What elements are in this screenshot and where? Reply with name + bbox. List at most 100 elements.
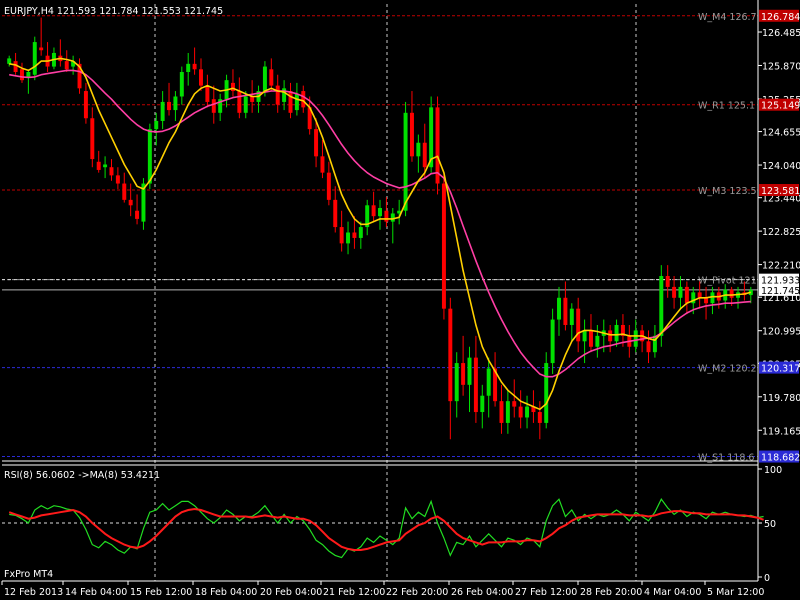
candle-body bbox=[563, 297, 568, 325]
candle-body bbox=[473, 357, 478, 413]
candle-body bbox=[704, 297, 709, 304]
candle-body bbox=[90, 118, 95, 160]
candle-body bbox=[122, 183, 127, 200]
symbol-header: EURJPY,H4 121.593 121.784 121.553 121.74… bbox=[4, 6, 223, 17]
candle-body bbox=[390, 213, 395, 222]
time-tick-label: 4 Mar 04:00 bbox=[644, 587, 701, 598]
candle-body bbox=[697, 292, 702, 298]
candle-body bbox=[250, 96, 255, 102]
candle-body bbox=[557, 297, 561, 320]
pivot-label-1: W_R1 125.1 bbox=[698, 101, 755, 112]
candle-body bbox=[13, 61, 18, 73]
pivot-label-2: W_M3 123.5 bbox=[698, 186, 757, 197]
candle-body bbox=[672, 286, 677, 298]
price-label-text: 121.745 bbox=[761, 286, 800, 297]
price-label-box: 125.149 bbox=[759, 98, 800, 112]
candle-body bbox=[633, 330, 638, 347]
candle-body bbox=[409, 112, 414, 157]
candle-body bbox=[211, 99, 216, 113]
price-tick-label: 124.040 bbox=[762, 161, 800, 172]
candle-body bbox=[358, 227, 363, 238]
candle-body bbox=[537, 412, 542, 423]
candle-body bbox=[275, 85, 280, 105]
candle-body bbox=[262, 66, 267, 92]
candle bbox=[441, 172, 446, 320]
candle-body bbox=[154, 120, 159, 130]
price-tick-label: 122.825 bbox=[762, 227, 800, 238]
candle-body bbox=[352, 232, 357, 238]
time-tick-label: 26 Feb 04:00 bbox=[451, 587, 513, 598]
price-label-text: 123.581 bbox=[761, 186, 800, 197]
rsi-tick-label: 0 bbox=[764, 573, 770, 584]
candle-body bbox=[160, 101, 165, 121]
candle-body bbox=[518, 406, 523, 418]
candle-body bbox=[576, 308, 581, 342]
candle-body bbox=[39, 47, 44, 51]
rsi-tick-label: 50 bbox=[764, 519, 776, 530]
candle-body bbox=[314, 129, 319, 157]
pivot-label-5: W_S1 118.6 bbox=[698, 453, 754, 464]
rsi-header: RSI(8) 56.0602 ->MA(8) 53.4211 bbox=[4, 470, 160, 481]
price-tick-label: 119.780 bbox=[762, 393, 800, 404]
price-label-text: 125.149 bbox=[761, 101, 800, 112]
candle-body bbox=[659, 276, 664, 336]
candle-body bbox=[378, 208, 382, 217]
candle-body bbox=[128, 199, 133, 206]
time-tick-label: 22 Feb 20:00 bbox=[386, 587, 448, 598]
candle-body bbox=[326, 172, 331, 200]
pivot-label-0: W_M4 126.7 bbox=[698, 12, 757, 23]
price-label-text: 126.784 bbox=[761, 12, 800, 23]
time-tick-label: 21 Feb 12:00 bbox=[323, 587, 385, 598]
candle-body bbox=[684, 286, 689, 304]
candle-body bbox=[147, 129, 152, 184]
price-tick-label: 119.165 bbox=[762, 426, 800, 437]
pivot-label-3: W_Pivot 121 bbox=[698, 276, 757, 287]
price-label-text: 118.682 bbox=[761, 453, 800, 464]
candle-body bbox=[230, 82, 235, 92]
candle bbox=[435, 96, 440, 195]
time-tick-label: 12 Feb 2013 bbox=[4, 587, 63, 598]
candle-body bbox=[403, 112, 408, 211]
candle-body bbox=[320, 156, 325, 173]
candle-body bbox=[20, 69, 24, 81]
candle bbox=[544, 352, 549, 429]
candle-body bbox=[96, 161, 101, 170]
candle-body bbox=[678, 286, 683, 298]
candle-body bbox=[550, 319, 555, 364]
time-tick-label: 18 Feb 04:00 bbox=[195, 587, 257, 598]
candle-body bbox=[505, 401, 510, 423]
candle-body bbox=[467, 357, 472, 385]
candle-body bbox=[710, 292, 715, 304]
price-label-box: 121.745 bbox=[759, 283, 800, 297]
rsi-tick-label: 100 bbox=[764, 465, 782, 476]
candle-body bbox=[461, 363, 466, 385]
time-tick-label: 27 Feb 12:00 bbox=[515, 587, 577, 598]
candle-body bbox=[454, 363, 459, 402]
candle-body bbox=[448, 308, 453, 402]
candle-body bbox=[205, 85, 210, 102]
time-tick-label: 14 Feb 04:00 bbox=[65, 587, 127, 598]
candle-body bbox=[173, 96, 178, 111]
price-label-box: 120.317 bbox=[759, 361, 800, 375]
candle-body bbox=[333, 199, 338, 228]
candle-body bbox=[135, 210, 140, 219]
candle-body bbox=[608, 330, 613, 342]
candle-body bbox=[569, 308, 574, 325]
candle-body bbox=[512, 401, 517, 407]
time-tick-label: 5 Mar 12:00 bbox=[707, 587, 764, 598]
candle-body bbox=[499, 401, 504, 423]
candle-body bbox=[422, 142, 427, 168]
candle-body bbox=[7, 58, 12, 64]
candle-body bbox=[179, 72, 184, 97]
price-tick-label: 125.870 bbox=[762, 61, 800, 72]
candle-body bbox=[441, 183, 446, 309]
price-tick-label: 122.210 bbox=[762, 261, 800, 272]
price-tick-label: 124.655 bbox=[762, 128, 800, 139]
candle-body bbox=[544, 363, 549, 423]
candle-body bbox=[646, 341, 651, 353]
candle-body bbox=[192, 63, 197, 70]
candle-body bbox=[525, 406, 530, 418]
time-tick-label: 15 Feb 12:00 bbox=[130, 587, 192, 598]
price-label-text: 120.317 bbox=[761, 364, 800, 375]
chart-window[interactable]: W_M4 126.7 W_R1 125.1 W_M3 123.5 W_Pivot 12… bbox=[0, 0, 800, 600]
